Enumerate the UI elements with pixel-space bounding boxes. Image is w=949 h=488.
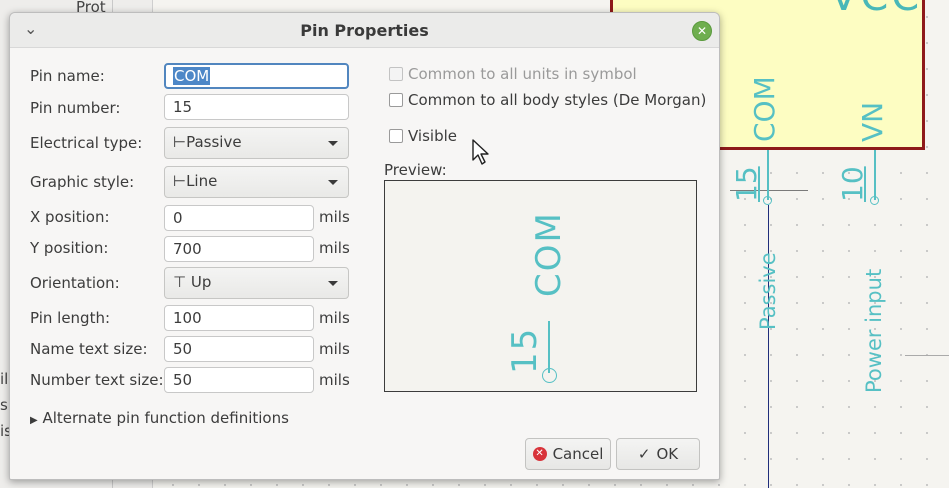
preview-pin-number: 15 — [505, 326, 545, 374]
preview-pin-line — [548, 321, 550, 373]
orientation-dropdown[interactable]: ⊤ Up — [164, 267, 349, 299]
pin-name-label: VN — [856, 101, 889, 142]
number-text-size-label: Number text size: — [30, 371, 164, 389]
orientation-label: Orientation: — [30, 274, 120, 292]
checkmark-icon: ✓ — [637, 445, 651, 463]
alternate-pin-functions-label: Alternate pin function definitions — [42, 409, 289, 427]
pin-line[interactable] — [767, 150, 769, 200]
common-styles-label: Common to all body styles (De Morgan) — [408, 91, 707, 109]
visible-checkbox[interactable] — [389, 129, 403, 143]
pin-endpoint — [870, 196, 879, 205]
left-panel-text: il — [0, 370, 9, 388]
number-text-size-unit: mils — [319, 371, 350, 389]
pin-length-input[interactable]: 100 — [164, 305, 314, 331]
chevron-down-icon — [328, 141, 338, 146]
left-panel-text: s — [0, 396, 8, 414]
chevron-down-icon — [328, 180, 338, 185]
electrical-type-dropdown[interactable]: ⊢Passive — [164, 127, 349, 159]
graphic-style-label: Graphic style: — [30, 173, 135, 191]
pin-number-input[interactable]: 15 — [164, 94, 349, 120]
dialog-title: Pin Properties — [300, 21, 429, 40]
ok-button[interactable]: ✓ OK — [616, 438, 700, 470]
common-units-label: Common to all units in symbol — [408, 65, 637, 83]
pin-endpoint — [763, 196, 772, 205]
x-position-label: X position: — [30, 208, 110, 226]
cancel-button-label: Cancel — [552, 445, 604, 463]
name-text-size-label: Name text size: — [30, 340, 148, 358]
pin-number-label: 15 — [730, 166, 763, 202]
number-text-size-input[interactable]: 50 — [164, 367, 314, 393]
x-position-input[interactable]: 0 — [164, 205, 314, 231]
pin-line[interactable] — [874, 150, 876, 200]
electrical-type-value: Passive — [186, 133, 242, 151]
pin-name-input[interactable]: COM — [164, 63, 349, 89]
wire[interactable] — [768, 205, 769, 488]
name-text-size-unit: mils — [319, 340, 350, 358]
pin-type-label: Passive — [756, 252, 780, 330]
symbol-value-text: VCC — [830, 0, 922, 20]
close-icon[interactable]: ✕ — [692, 21, 712, 41]
electrical-type-label: Electrical type: — [30, 134, 143, 152]
mouse-cursor-icon — [472, 139, 489, 165]
preview-pin-name: COM — [529, 211, 569, 297]
expand-triangle-icon: ▶ — [30, 415, 38, 426]
pin-name-label: Pin name: — [30, 67, 105, 85]
passive-pin-icon: ⊢ — [173, 133, 187, 151]
dialog-titlebar[interactable]: ⌄ Pin Properties ✕ — [10, 13, 719, 48]
common-units-checkbox[interactable] — [389, 67, 403, 81]
graphic-style-dropdown[interactable]: ⊢Line — [164, 166, 349, 198]
common-styles-checkbox[interactable] — [389, 93, 403, 107]
pin-number-label: Pin number: — [30, 99, 121, 117]
x-position-unit: mils — [319, 208, 350, 226]
line-style-icon: ⊢ — [173, 172, 187, 190]
cancel-icon: ✕ — [532, 447, 547, 461]
pin-properties-dialog: ⌄ Pin Properties ✕ Pin name: COM Pin num… — [9, 12, 720, 480]
pin-number-label: 10 — [836, 166, 869, 202]
y-position-unit: mils — [319, 239, 350, 257]
pin-name-value: COM — [173, 67, 211, 85]
y-position-input[interactable]: 700 — [164, 236, 314, 262]
chevron-down-icon — [328, 281, 338, 286]
y-position-label: Y position: — [30, 239, 109, 257]
pin-name-label: COM — [748, 76, 781, 142]
alternate-pin-functions-expander[interactable]: ▶ Alternate pin function definitions — [30, 409, 289, 427]
preview-label: Preview: — [384, 161, 447, 179]
cancel-button[interactable]: ✕ Cancel — [525, 438, 611, 470]
graphic-style-value: Line — [186, 172, 218, 190]
ok-button-label: OK — [656, 445, 679, 463]
orientation-up-icon: ⊤ — [173, 273, 187, 291]
pin-type-label: Power input — [862, 268, 886, 393]
name-text-size-input[interactable]: 50 — [164, 336, 314, 362]
pin-length-label: Pin length: — [30, 309, 111, 327]
pin-preview: COM 15 — [384, 180, 697, 392]
guide-line — [905, 355, 949, 356]
visible-label: Visible — [408, 127, 457, 145]
orientation-value: Up — [190, 273, 212, 291]
pin-length-unit: mils — [319, 309, 350, 327]
